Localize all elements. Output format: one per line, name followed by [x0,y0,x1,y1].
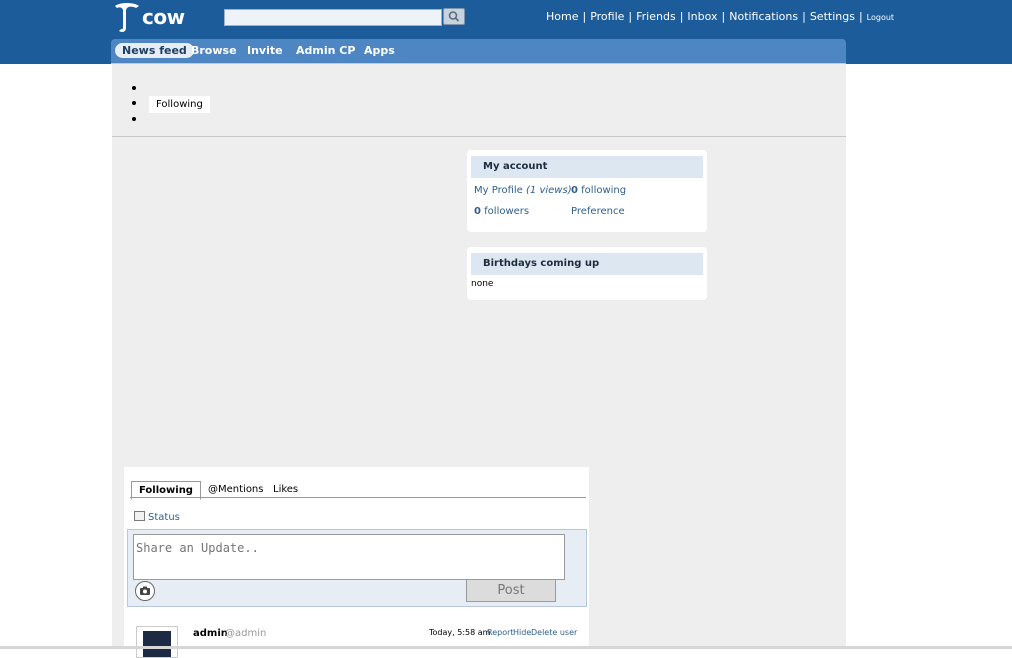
nav-inbox-link[interactable]: Inbox [687,10,717,23]
preference-link[interactable]: Preference [571,206,625,217]
section-divider [112,136,846,137]
feed-item-handle[interactable]: @admin [225,628,266,639]
report-link[interactable]: Report [487,628,514,637]
nav-separator: | [679,10,684,23]
my-profile-link[interactable]: My Profile (1 views) [474,185,572,196]
feed-tab-likes[interactable]: Likes [266,481,305,498]
tab-apps[interactable]: Apps [364,44,395,57]
search-button[interactable] [443,8,465,25]
update-panel: Post [127,529,587,607]
following-link[interactable]: 0 following [571,185,626,196]
avatar-image [143,631,171,657]
my-account-title: My account [471,156,703,178]
nav-separator: | [721,10,726,23]
nav-separator: | [802,10,806,23]
top-nav: Home | Profile | Friends | Inbox | Notifications… [546,10,894,23]
following-label: following [581,185,627,196]
nav-separator: | [628,10,633,23]
list-bullet [132,101,136,105]
profile-views: (1 views) [526,185,572,196]
search-input[interactable] [224,9,442,26]
feed-item-user[interactable]: admin [193,628,228,639]
sub-tab-following[interactable]: Following [149,96,210,113]
camera-icon [140,586,150,595]
cow-logo-icon [115,3,139,32]
post-button[interactable]: Post [466,579,556,602]
nav-separator: | [582,10,587,23]
nav-settings-link[interactable]: Settings [810,10,855,23]
tab-news-feed[interactable]: News feed [115,43,194,58]
followers-count: 0 [474,206,481,217]
nav-notifications-link[interactable]: Notifications [729,10,798,23]
nav-friends-link[interactable]: Friends [636,10,676,23]
avatar[interactable] [136,626,178,658]
birthdays-title: Birthdays coming up [471,253,703,275]
photo-upload-button[interactable] [135,581,155,601]
share-update-input[interactable] [133,534,565,580]
feed-tab-mentions[interactable]: @Mentions [201,481,270,498]
status-link[interactable]: Status [134,511,180,523]
tab-browse[interactable]: Browse [191,44,237,57]
nav-home-link[interactable]: Home [546,10,578,23]
nav-separator: | [858,10,863,23]
following-count: 0 [571,185,578,196]
tab-invite[interactable]: Invite [247,44,283,57]
nav-profile-link[interactable]: Profile [590,10,624,23]
nav-logout-link[interactable]: Logout [867,13,894,22]
delete-user-link[interactable]: Delete user [531,628,577,637]
birthdays-value: none [471,279,494,289]
my-profile-label: My Profile [474,185,523,196]
feed-item-time: Today, 5:58 am [429,628,491,637]
tab-underline [130,497,586,498]
status-icon [134,511,145,521]
feed-item: admin @admin Today, 5:58 am Report Hide … [124,620,589,658]
logo-text: cow [142,5,185,29]
birthdays-panel: Birthdays coming up none [467,247,707,300]
main-nav-bar: News feed Browse Invite Admin CP Apps [111,39,846,64]
list-bullet [132,86,136,90]
list-bullet [132,117,136,121]
tab-admin-cp[interactable]: Admin CP [296,44,355,57]
my-account-panel: My account My Profile (1 views) 0 follow… [467,150,707,232]
status-label: Status [148,512,180,523]
search-icon [448,11,460,22]
followers-link[interactable]: 0 followers [474,206,529,217]
site-logo[interactable]: cow [112,2,192,34]
hide-link[interactable]: Hide [513,628,531,637]
followers-label: followers [484,206,530,217]
